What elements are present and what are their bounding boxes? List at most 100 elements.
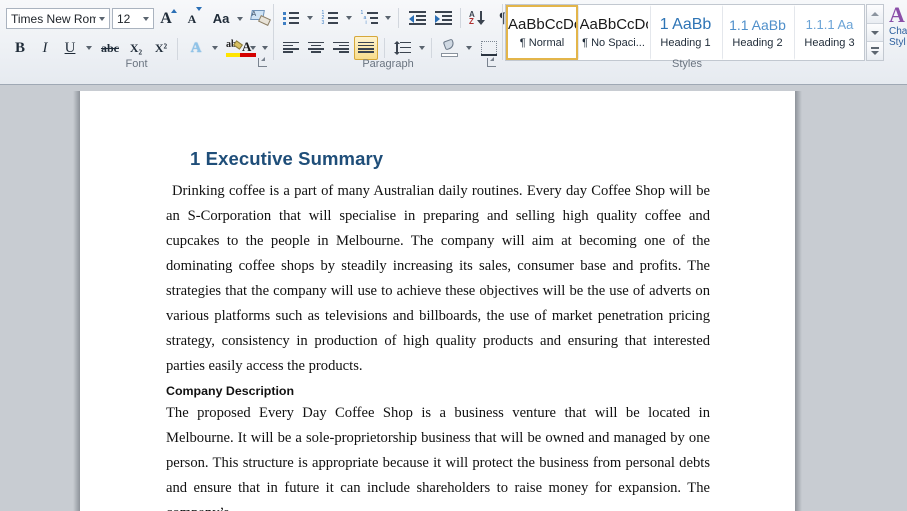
document-text-body[interactable]: 1 Executive Summary Drinking coffee is a…	[166, 148, 710, 511]
font-size-dropdown-arrow[interactable]	[139, 9, 153, 28]
align-left-icon	[283, 41, 299, 55]
change-case-label: Aa	[212, 11, 230, 26]
underline-label: U	[64, 39, 76, 56]
font-name-combo[interactable]: Times New Rom	[6, 8, 110, 29]
subscript-button[interactable]: X₂	[124, 36, 148, 60]
style-item-heading-3[interactable]: 1.1.1 Aa Heading 3	[794, 5, 864, 60]
grow-font-up-arrow	[170, 8, 177, 13]
clear-formatting-button[interactable]: A	[248, 6, 272, 30]
styles-gallery-scrollbar[interactable]	[866, 4, 884, 61]
style-name-heading-1: Heading 1	[660, 37, 711, 49]
ribbon-group-font: Times New Rom 12 A A Aa A B I U abc X₂ X…	[0, 0, 273, 84]
more-bar-icon	[871, 47, 879, 49]
styles-group-label: Styles	[672, 58, 702, 70]
style-name-heading-2: Heading 2	[732, 37, 783, 49]
document-heading-1: 1 Executive Summary	[190, 148, 384, 169]
style-preview-normal: AaBbCcDc	[508, 16, 576, 33]
align-center-button[interactable]	[304, 36, 328, 60]
clear-formatting-icon: A	[249, 9, 271, 27]
style-item-heading-2[interactable]: 1.1 AaBb Heading 2	[722, 5, 794, 60]
change-styles-icon: A	[889, 4, 905, 27]
decrease-indent-button[interactable]	[405, 6, 429, 30]
subscript-label: X₂	[129, 41, 143, 55]
text-effects-button[interactable]: A	[184, 36, 208, 60]
document-canvas[interactable]: 1 Executive Summary Drinking coffee is a…	[0, 85, 907, 511]
line-spacing-button[interactable]	[391, 36, 415, 60]
shrink-font-label: A	[187, 11, 197, 26]
increase-indent-button[interactable]	[431, 6, 455, 30]
italic-label: I	[42, 39, 48, 56]
strikethrough-button[interactable]: abc	[97, 36, 123, 60]
styles-scroll-down-button[interactable]	[867, 22, 883, 42]
document-paragraph-2: The proposed Every Day Coffee Shop is a …	[166, 405, 710, 511]
style-item-heading-1[interactable]: 1 AaBb Heading 1	[650, 5, 722, 60]
font-dialog-launcher[interactable]	[256, 56, 268, 68]
paragraph-dialog-launcher[interactable]	[485, 56, 497, 68]
line-spacing-dropdown-arrow[interactable]	[416, 36, 427, 60]
style-preview-heading-1: 1 AaBb	[659, 16, 712, 33]
shading-button[interactable]	[438, 36, 462, 60]
font-size-combo[interactable]: 12	[112, 8, 154, 29]
justify-button[interactable]	[354, 36, 378, 60]
shrink-font-down-arrow	[196, 6, 203, 11]
change-case-button[interactable]: Aa	[208, 8, 234, 29]
multilevel-list-icon: 1 a i	[361, 10, 378, 26]
font-name-value: Times New Rom	[11, 11, 96, 26]
style-item-normal[interactable]: AaBbCcDc ¶ Normal	[506, 5, 578, 60]
page-2-shadow-right	[795, 332, 802, 511]
paragraph-group-label: Paragraph	[362, 58, 414, 70]
page-1-shadow-right	[795, 91, 802, 332]
page-1-shadow-left	[73, 91, 80, 332]
text-effects-label: A	[190, 39, 202, 56]
more-chevron-icon	[871, 50, 879, 55]
change-styles-line2: Styl	[889, 37, 906, 48]
style-item-no-spacing[interactable]: AaBbCcDc ¶ No Spaci...	[578, 5, 650, 60]
shading-dropdown-arrow[interactable]	[463, 36, 474, 60]
decrease-indent-icon	[408, 11, 426, 26]
group-separator-2	[502, 4, 503, 60]
sort-button[interactable]: A Z	[466, 6, 490, 30]
multilevel-list-button[interactable]: 1 a i	[357, 6, 381, 30]
style-preview-heading-3: 1.1.1 Aa	[805, 17, 854, 32]
numbering-button[interactable]: 1 2 3	[318, 6, 342, 30]
superscript-button[interactable]: X²	[149, 36, 173, 60]
font-group-label: Font	[125, 58, 148, 70]
ribbon: Times New Rom 12 A A Aa A B I U abc X₂ X…	[0, 0, 907, 85]
bold-label: B	[14, 39, 25, 56]
align-left-button[interactable]	[279, 36, 303, 60]
styles-scroll-up-button[interactable]	[867, 5, 883, 23]
underline-dropdown-arrow[interactable]	[83, 36, 94, 60]
style-name-normal: ¶ Normal	[519, 37, 565, 49]
bullets-dropdown-arrow[interactable]	[304, 6, 315, 30]
font-name-dropdown-arrow[interactable]	[96, 9, 109, 28]
increase-indent-icon	[434, 11, 452, 26]
document-paragraph-1: Drinking coffee is a part of many Austra…	[166, 183, 710, 374]
text-effects-dropdown-arrow[interactable]	[209, 36, 220, 60]
grow-font-button[interactable]: A	[154, 8, 178, 29]
align-right-button[interactable]	[329, 36, 353, 60]
sort-icon: A Z	[469, 10, 487, 26]
numbering-dropdown-arrow[interactable]	[343, 6, 354, 30]
italic-button[interactable]: I	[33, 36, 57, 60]
document-heading-company-description: Company Description	[166, 384, 295, 398]
style-name-no-spacing: ¶ No Spaci...	[582, 37, 645, 49]
change-styles-button[interactable]: A Cha Styl	[888, 4, 907, 62]
strikethrough-label: abc	[101, 41, 119, 55]
bold-button[interactable]: B	[8, 36, 32, 60]
style-preview-heading-2: 1.1 AaBb	[729, 17, 786, 33]
superscript-label: X²	[154, 41, 168, 55]
underline-button[interactable]: U	[58, 36, 82, 60]
chevron-down-icon	[871, 30, 879, 35]
styles-gallery[interactable]: AaBbCcDc ¶ Normal AaBbCcDc ¶ No Spaci...…	[505, 4, 865, 61]
shrink-font-button[interactable]: A	[180, 6, 204, 29]
borders-icon	[481, 40, 497, 56]
justify-icon	[358, 41, 374, 55]
bullets-button[interactable]	[279, 6, 303, 30]
page-2-shadow-left	[73, 332, 80, 511]
multilevel-list-dropdown-arrow[interactable]	[382, 6, 393, 30]
change-styles-line1: Cha	[889, 26, 907, 37]
align-center-icon	[308, 41, 324, 55]
change-case-dropdown-arrow[interactable]	[234, 8, 245, 29]
align-right-icon	[333, 41, 349, 55]
font-size-value: 12	[117, 11, 131, 26]
